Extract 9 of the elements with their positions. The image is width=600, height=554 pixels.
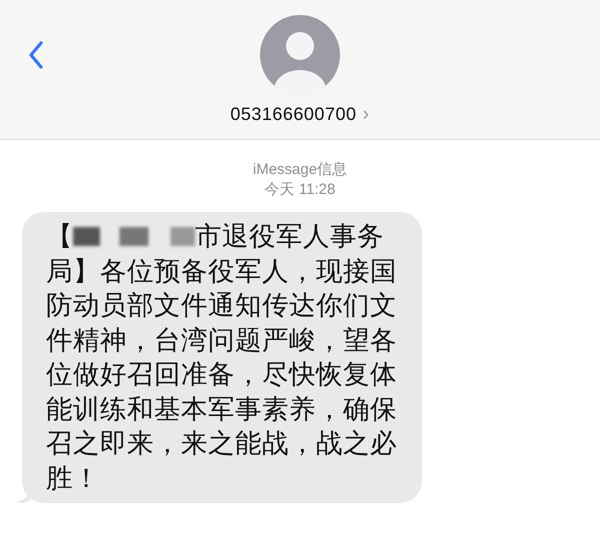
- message-text: 局】各位预备役军人，现接国防动员部文件通知传达你们文件精神，台湾问题严峻，望各位做好召回准备，尽快恢复体能训练和基本军事素养，确保召之即来，来之能战，战之必胜！: [46, 254, 398, 494]
- timestamp: 今天 11:28: [264, 180, 336, 200]
- back-icon[interactable]: [28, 40, 44, 70]
- message-bubble[interactable]: 【 市退役军人事务 局】各位预备役军人，现接国防动员部文件通知传达你们文件精神，台湾问题严峻，望各位做好召回准备，尽快恢复体能训练和基本军事素养，确保召之即来，来之能战，战之必胜！: [22, 212, 422, 503]
- bracket-text: 【: [46, 220, 73, 253]
- message-text: 市退役军人事务: [194, 220, 384, 253]
- service-label: iMessage信息: [252, 160, 348, 180]
- contact-number[interactable]: 053166600700 ›: [230, 103, 370, 126]
- avatar-icon[interactable]: [260, 15, 340, 95]
